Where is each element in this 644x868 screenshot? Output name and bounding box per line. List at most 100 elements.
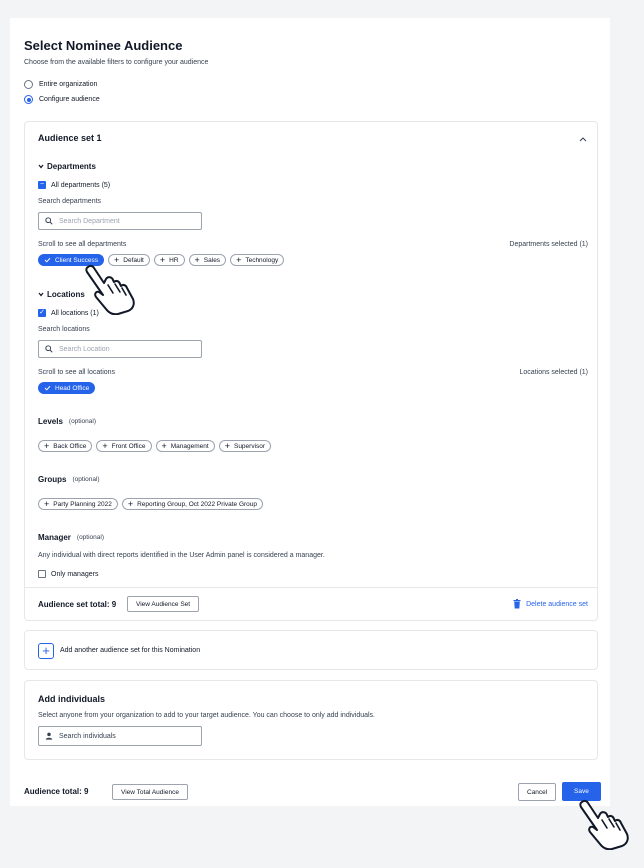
plus-icon: +: [224, 440, 230, 451]
page-title: Select Nominee Audience: [24, 38, 183, 53]
trash-icon: [513, 599, 521, 609]
chip-label: Sales: [203, 256, 221, 264]
manager-description: Any individual with direct reports ident…: [38, 552, 325, 559]
group-chips: + Party Planning 2022 + Reporting Group, O…: [38, 498, 264, 510]
search-departments-label: Search departments: [38, 198, 102, 205]
radio-label: Entire organization: [39, 81, 98, 88]
location-chips: Head Office: [38, 382, 96, 394]
plus-icon: +: [194, 254, 200, 265]
page-subtitle: Choose from the available filters to con…: [24, 59, 209, 66]
chip-label: Technology: [245, 256, 279, 264]
radio-label: Configure audience: [39, 96, 100, 103]
chevron-down-icon: [38, 292, 44, 297]
groups-optional-label: (optional): [72, 476, 100, 483]
add-individuals-description: Select anyone from your organization to …: [38, 712, 376, 719]
departments-heading[interactable]: Departments: [38, 162, 96, 171]
only-managers-checkbox[interactable]: Only managers: [38, 570, 98, 578]
chip-label: Front Office: [111, 442, 146, 450]
chip-label: Party Planning 2022: [53, 500, 112, 508]
add-audience-set-label: Add another audience set for this Nomina…: [60, 647, 201, 654]
chip-party-planning[interactable]: + Party Planning 2022: [38, 498, 118, 510]
pointer-hand-icon: [579, 799, 629, 850]
search-locations-placeholder: Search Location: [59, 345, 110, 353]
all-departments-label: All departments (5): [51, 181, 111, 189]
manager-optional-label: (optional): [76, 534, 105, 541]
chip-label: Head Office: [55, 384, 90, 392]
groups-heading-label: Groups: [38, 475, 67, 484]
levels-heading: Levels (optional): [38, 417, 96, 426]
radio-entire-organization[interactable]: Entire organization: [24, 80, 97, 89]
only-managers-label: Only managers: [51, 570, 99, 578]
locations-scroll-hint: Scroll to see all locations: [38, 369, 116, 376]
audience-set-card: Audience set 1 Departments − All departm…: [24, 121, 598, 621]
chip-management[interactable]: + Management: [155, 440, 215, 452]
chevron-down-icon: [38, 164, 44, 169]
departments-scroll-hint: Scroll to see all departments: [38, 241, 127, 248]
search-icon: [45, 217, 53, 225]
radio-button[interactable]: [24, 95, 33, 104]
plus-icon: +: [44, 440, 50, 451]
search-icon: [45, 345, 53, 353]
locations-heading[interactable]: Locations: [38, 290, 85, 299]
levels-heading-label: Levels: [38, 417, 63, 426]
levels-optional-label: (optional): [68, 418, 97, 425]
audience-total: Audience total: 9: [24, 787, 89, 796]
plus-icon: +: [102, 440, 108, 451]
audience-set-title: Audience set 1: [38, 133, 102, 143]
search-departments-input[interactable]: Search Department: [38, 212, 202, 230]
chip-back-office[interactable]: + Back Office: [38, 440, 93, 452]
plus-icon: +: [161, 440, 167, 451]
unchecked-checkbox[interactable]: [38, 570, 46, 578]
level-chips: + Back Office + Front Office + Management +…: [38, 440, 272, 452]
add-individuals-title: Add individuals: [38, 694, 106, 704]
chip-label: Management: [170, 442, 209, 450]
check-icon: [44, 257, 51, 263]
audience-panel: Select Nominee Audience Choose from the …: [10, 18, 610, 806]
audience-set-total: Audience set total: 9: [38, 600, 117, 609]
plus-icon: +: [236, 254, 242, 265]
plus-icon: +: [159, 254, 166, 265]
checked-checkbox[interactable]: ✓: [38, 309, 46, 317]
check-icon: [44, 385, 51, 391]
locations-selected-count: Locations selected (1): [519, 369, 588, 376]
search-individuals-input[interactable]: Search individuals: [38, 726, 202, 746]
chip-label: Reporting Group, Oct 2022 Private Group: [137, 500, 258, 508]
chip-hr[interactable]: + HR: [153, 254, 185, 266]
chip-technology[interactable]: + Technology: [230, 254, 285, 266]
chevron-up-icon[interactable]: [579, 136, 587, 142]
pointer-hand-icon: [85, 264, 135, 315]
department-chips: Client Success + Default + HR + Sales + Tech…: [38, 254, 285, 266]
view-audience-set-button[interactable]: View Audience Set: [127, 596, 200, 612]
plus-icon: +: [127, 498, 134, 509]
cancel-button[interactable]: Cancel: [518, 783, 557, 801]
delete-audience-set-link[interactable]: Delete audience set: [513, 599, 588, 609]
manager-heading: Manager (optional): [38, 533, 104, 542]
radio-button[interactable]: [24, 80, 33, 89]
chip-supervisor[interactable]: + Supervisor: [218, 440, 272, 452]
radio-configure-audience[interactable]: Configure audience: [24, 95, 100, 104]
all-departments-checkbox[interactable]: − All departments (5): [38, 181, 110, 189]
indeterminate-checkbox[interactable]: −: [38, 181, 46, 189]
departments-heading-label: Departments: [47, 162, 96, 171]
chip-reporting-group[interactable]: + Reporting Group, Oct 2022 Private Group: [121, 498, 264, 510]
chip-front-office[interactable]: + Front Office: [96, 440, 152, 452]
person-icon: [45, 732, 53, 740]
view-total-audience-button[interactable]: View Total Audience: [112, 784, 188, 800]
search-locations-input[interactable]: Search Location: [38, 340, 202, 358]
chip-label: HR: [169, 256, 179, 264]
manager-heading-label: Manager: [38, 533, 71, 542]
add-audience-set-card[interactable]: + Add another audience set for this Nomi…: [24, 630, 598, 670]
search-locations-label: Search locations: [38, 326, 90, 333]
search-individuals-placeholder: Search individuals: [59, 732, 116, 740]
card-divider: [25, 587, 597, 588]
plus-icon[interactable]: +: [38, 643, 54, 659]
chip-label: Supervisor: [233, 442, 266, 450]
locations-heading-label: Locations: [47, 290, 85, 299]
groups-heading: Groups (optional): [38, 475, 100, 484]
chip-label: Back Office: [53, 442, 87, 450]
departments-selected-count: Departments selected (1): [509, 241, 588, 248]
chip-head-office[interactable]: Head Office: [38, 382, 96, 394]
delete-audience-set-label: Delete audience set: [526, 600, 588, 608]
plus-icon: +: [44, 498, 50, 509]
chip-sales[interactable]: + Sales: [188, 254, 227, 266]
